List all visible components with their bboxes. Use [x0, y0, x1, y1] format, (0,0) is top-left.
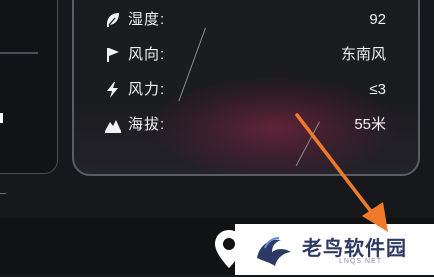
watermark-title: 老鸟软件园: [302, 238, 407, 260]
leaf-icon: [104, 11, 122, 29]
wind-direction-label: 风向:: [128, 46, 166, 63]
bird-logo-icon: [247, 228, 295, 272]
wind-direction-value: 东南风: [340, 46, 386, 63]
altitude-label: 海拔:: [128, 116, 166, 133]
wind-force-label: 风力:: [128, 81, 166, 98]
left-bottom-line: [0, 193, 6, 194]
watermark-subtitle: LNQS.NET: [339, 258, 383, 265]
lightning-icon: [104, 81, 122, 99]
left-card-partial: [0, 0, 58, 174]
humidity-label: 湿度:: [128, 11, 166, 28]
left-card-mark: [0, 113, 3, 123]
wind-force-row: 风力: ≤3: [104, 77, 386, 103]
wind-force-value: ≤3: [369, 81, 386, 98]
altitude-value: 55米: [354, 116, 386, 133]
wind-direction-row: 风向: 东南风: [104, 42, 386, 68]
altitude-row: 海拔: 55米: [104, 112, 386, 138]
flag-icon: [104, 46, 122, 64]
mountain-icon: [104, 116, 122, 134]
humidity-row: 湿度: 92: [104, 7, 386, 33]
humidity-value: 92: [369, 11, 386, 28]
left-card-divider: [0, 52, 38, 54]
watermark-badge: 老鸟软件园 LNQS.NET: [235, 224, 434, 275]
